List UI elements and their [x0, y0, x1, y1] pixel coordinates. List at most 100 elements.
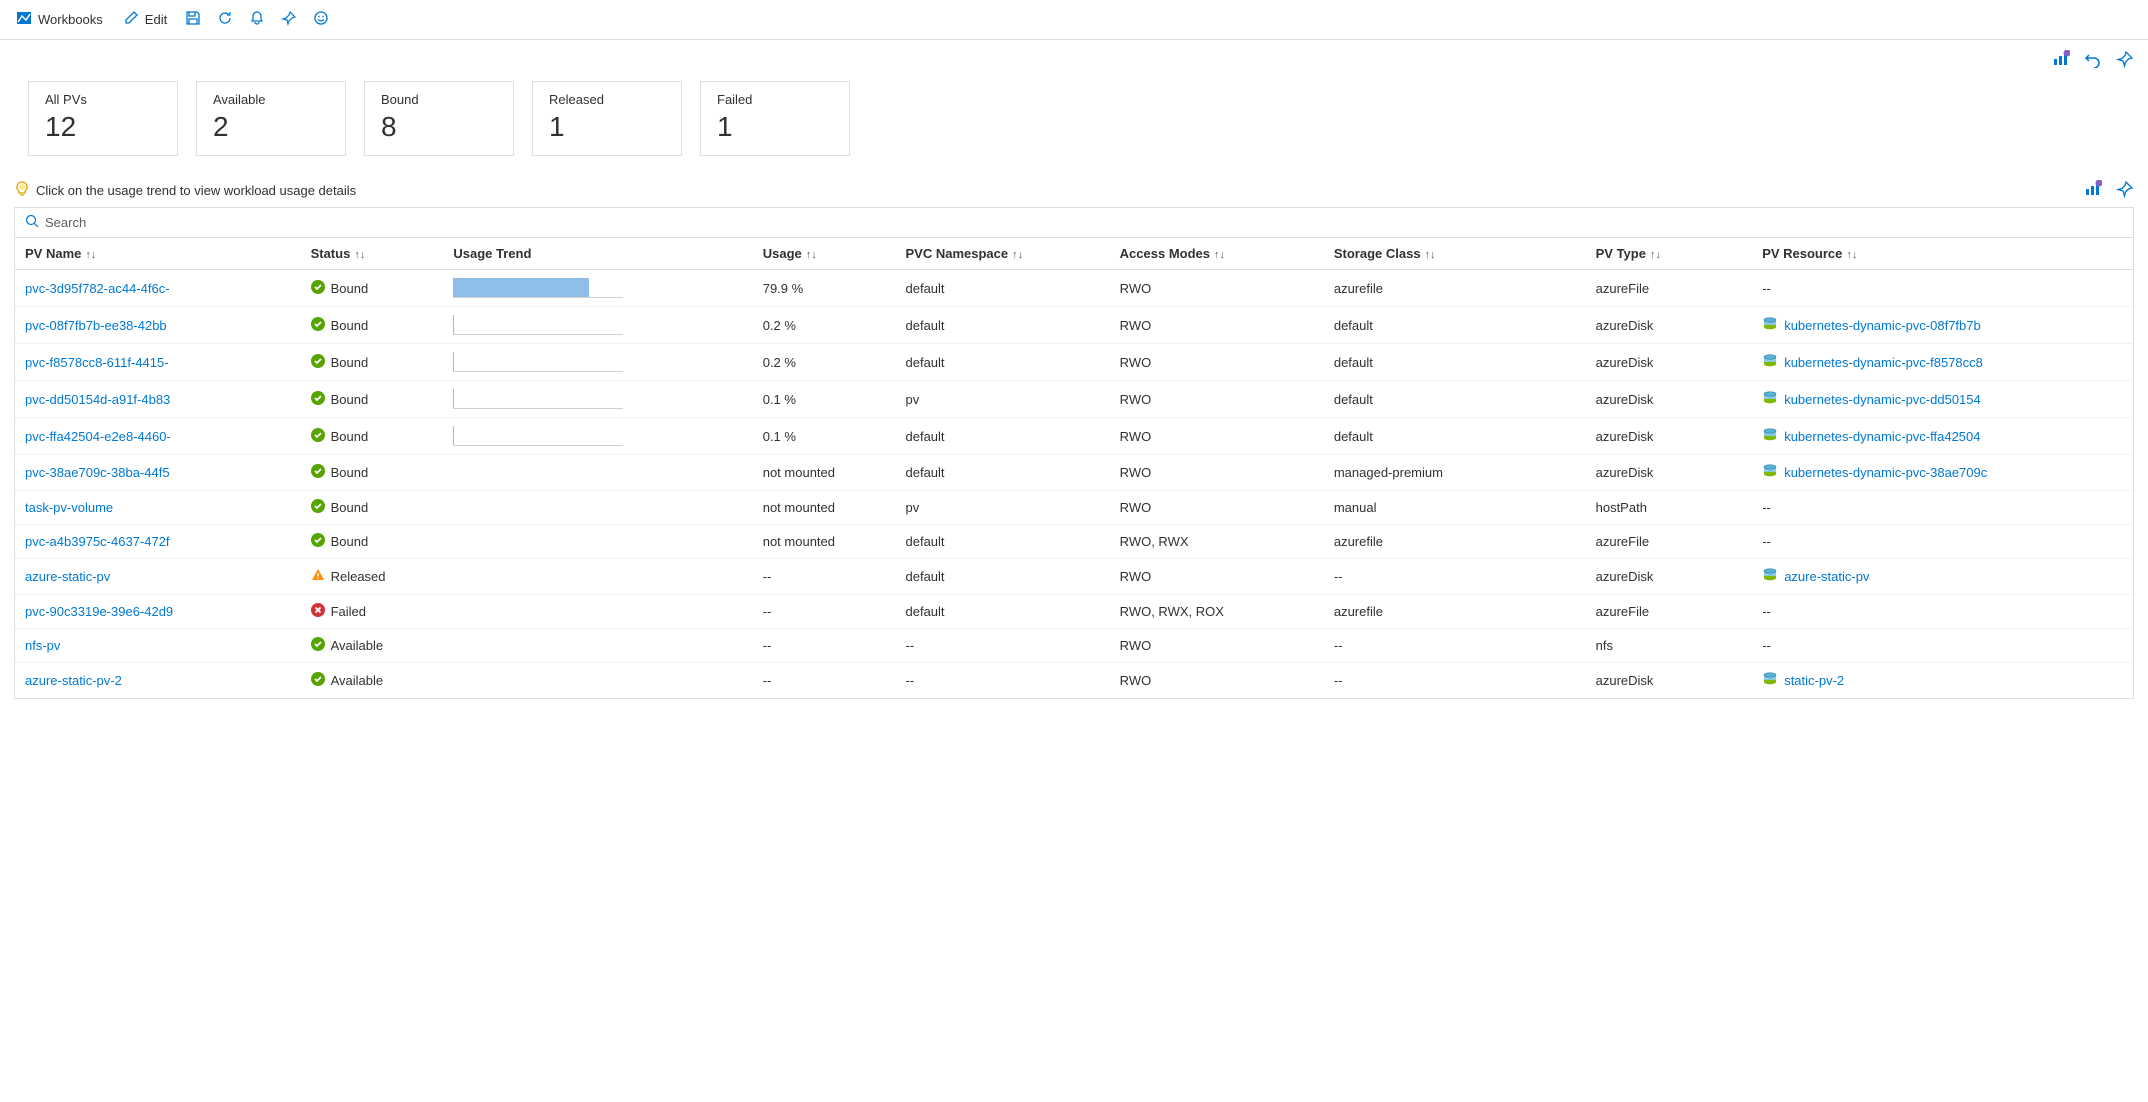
status-fail-icon — [311, 603, 325, 620]
usage-value: -- — [753, 629, 896, 663]
alert-button[interactable] — [245, 6, 269, 33]
workbooks-button[interactable]: Workbooks — [10, 6, 109, 33]
workbooks-toolbar: Workbooks Edit — [0, 0, 2148, 40]
pv-resource-link[interactable]: azure-static-pv — [1784, 569, 1869, 584]
col-pv-resource[interactable]: PV Resource↑↓ — [1752, 238, 2133, 270]
disk-icon — [1762, 353, 1778, 372]
table-row: pvc-a4b3975c-4637-472fBoundnot mountedde… — [15, 525, 2133, 559]
card-value: 8 — [381, 111, 497, 143]
save-button[interactable] — [181, 6, 205, 33]
usage-trend-bar[interactable] — [453, 352, 623, 372]
table-row: azure-static-pv-2Available----RWO--azure… — [15, 663, 2133, 699]
pv-name-link[interactable]: pvc-90c3319e-39e6-42d9 — [25, 604, 173, 619]
usage-value: 0.2 % — [753, 307, 896, 344]
status-ok-icon — [311, 317, 325, 334]
lightbulb-icon — [14, 181, 30, 200]
col-status[interactable]: Status↑↓ — [301, 238, 444, 270]
pin-icon-3[interactable] — [2116, 180, 2134, 201]
table-row: task-pv-volumeBoundnot mountedpvRWOmanua… — [15, 491, 2133, 525]
col-pv-name[interactable]: PV Name↑↓ — [15, 238, 301, 270]
refresh-icon — [217, 10, 233, 29]
card-value: 12 — [45, 111, 161, 143]
summary-card[interactable]: Released1 — [532, 81, 682, 156]
usage-trend-bar[interactable] — [453, 278, 623, 298]
card-value: 1 — [549, 111, 665, 143]
status-ok-icon — [311, 428, 325, 445]
pv-name-link[interactable]: pvc-a4b3975c-4637-472f — [25, 534, 170, 549]
pvc-namespace: pv — [896, 491, 1110, 525]
status-text: Bound — [331, 534, 369, 549]
pv-resource-link[interactable]: kubernetes-dynamic-pvc-dd50154 — [1784, 392, 1981, 407]
col-pv-type[interactable]: PV Type↑↓ — [1586, 238, 1753, 270]
pv-resource-link[interactable]: kubernetes-dynamic-pvc-38ae709c — [1784, 465, 1987, 480]
chart-badge-icon-2[interactable] — [2084, 180, 2102, 201]
pv-type: azureDisk — [1586, 381, 1753, 418]
pv-resource-empty: -- — [1762, 638, 1771, 653]
disk-icon — [1762, 463, 1778, 482]
pv-resource-link[interactable]: kubernetes-dynamic-pvc-ffa42504 — [1784, 429, 1980, 444]
pv-name-link[interactable]: pvc-dd50154d-a91f-4b83 — [25, 392, 170, 407]
usage-trend-bar[interactable] — [453, 389, 623, 409]
col-usage[interactable]: Usage↑↓ — [753, 238, 896, 270]
pv-resource-link[interactable]: kubernetes-dynamic-pvc-08f7fb7b — [1784, 318, 1981, 333]
access-modes: RWO — [1110, 663, 1324, 699]
pv-resource-empty: -- — [1762, 534, 1771, 549]
pv-name-link[interactable]: nfs-pv — [25, 638, 60, 653]
pv-name-link[interactable]: pvc-38ae709c-38ba-44f5 — [25, 465, 170, 480]
table-row: azure-static-pvReleased--defaultRWO--azu… — [15, 559, 2133, 595]
status-text: Released — [331, 569, 386, 584]
search-bar[interactable] — [15, 208, 2133, 238]
col-pvc-namespace[interactable]: PVC Namespace↑↓ — [896, 238, 1110, 270]
col-storage-class[interactable]: Storage Class↑↓ — [1324, 238, 1586, 270]
pv-resource-empty: -- — [1762, 604, 1771, 619]
pv-name-link[interactable]: task-pv-volume — [25, 500, 113, 515]
pv-name-link[interactable]: azure-static-pv-2 — [25, 673, 122, 688]
pv-name-link[interactable]: pvc-f8578cc8-611f-4415- — [25, 355, 169, 370]
col-access-modes[interactable]: Access Modes↑↓ — [1110, 238, 1324, 270]
pin-button[interactable] — [277, 6, 301, 33]
storage-class: default — [1324, 344, 1586, 381]
pv-table-container: PV Name↑↓ Status↑↓ Usage Trend Usage↑↓ P… — [14, 207, 2134, 699]
pv-resource-link[interactable]: static-pv-2 — [1784, 673, 1844, 688]
usage-trend-bar[interactable] — [453, 315, 623, 335]
pin-icon-2[interactable] — [2116, 50, 2134, 71]
access-modes: RWO — [1110, 418, 1324, 455]
status-text: Bound — [331, 500, 369, 515]
status-ok-icon — [311, 499, 325, 516]
edit-button[interactable]: Edit — [117, 6, 173, 33]
disk-icon — [1762, 671, 1778, 690]
undo-icon[interactable] — [2084, 50, 2102, 71]
storage-class: -- — [1324, 629, 1586, 663]
save-icon — [185, 10, 201, 29]
summary-card[interactable]: Bound8 — [364, 81, 514, 156]
pencil-icon — [123, 10, 139, 29]
pv-name-link[interactable]: pvc-08f7fb7b-ee38-42bb — [25, 318, 167, 333]
chart-badge-icon[interactable] — [2052, 50, 2070, 71]
table-row: nfs-pvAvailable----RWO--nfs-- — [15, 629, 2133, 663]
pv-type: azureDisk — [1586, 663, 1753, 699]
pv-type: azureDisk — [1586, 344, 1753, 381]
card-label: Available — [213, 92, 329, 107]
pvc-namespace: -- — [896, 629, 1110, 663]
card-value: 2 — [213, 111, 329, 143]
refresh-button[interactable] — [213, 6, 237, 33]
disk-icon — [1762, 316, 1778, 335]
pv-resource-link[interactable]: kubernetes-dynamic-pvc-f8578cc8 — [1784, 355, 1983, 370]
usage-trend-bar[interactable] — [453, 426, 623, 446]
summary-card[interactable]: All PVs 12 — [28, 81, 178, 156]
pv-name-link[interactable]: pvc-ffa42504-e2e8-4460- — [25, 429, 171, 444]
feedback-button[interactable] — [309, 6, 333, 33]
summary-card[interactable]: Available 2 — [196, 81, 346, 156]
summary-card[interactable]: Failed1 — [700, 81, 850, 156]
pv-name-link[interactable]: azure-static-pv — [25, 569, 110, 584]
search-input[interactable] — [45, 215, 2123, 230]
usage-value: -- — [753, 559, 896, 595]
card-value: 1 — [717, 111, 833, 143]
usage-value: 0.1 % — [753, 418, 896, 455]
card-label: All PVs — [45, 92, 161, 107]
pin-icon — [281, 10, 297, 29]
access-modes: RWO — [1110, 455, 1324, 491]
pv-name-link[interactable]: pvc-3d95f782-ac44-4f6c- — [25, 281, 170, 296]
pv-resource-empty: -- — [1762, 281, 1771, 296]
col-usage-trend[interactable]: Usage Trend — [443, 238, 752, 270]
